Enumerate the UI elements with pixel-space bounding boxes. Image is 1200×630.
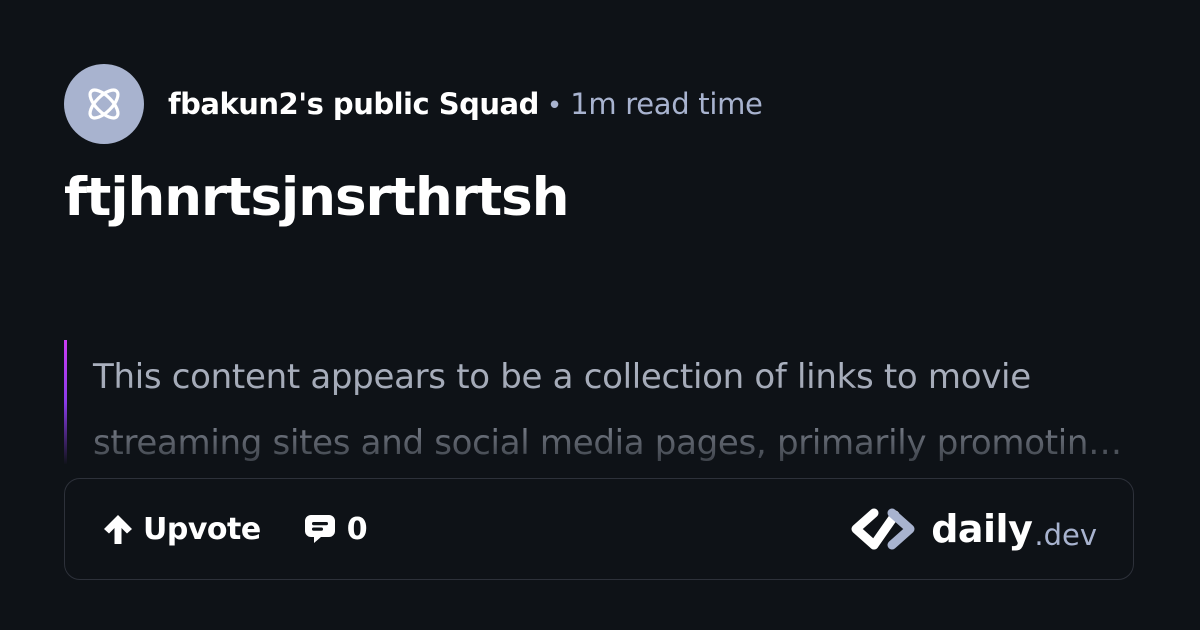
upvote-label: Upvote (143, 511, 261, 547)
comments-button[interactable]: 0 (303, 512, 368, 547)
comment-icon (304, 515, 335, 543)
comment-count: 0 (346, 511, 368, 547)
daily-dev-brand: daily .dev (847, 507, 1097, 552)
brand-dev-text: .dev (1034, 518, 1097, 552)
squad-name-link[interactable]: fbakun2's public Squad (168, 87, 539, 121)
post-title[interactable]: ftjhnrtsjnsrthrtsh (64, 166, 569, 230)
post-header: fbakun2's public Squad • 1m read time (64, 64, 763, 144)
source-line: fbakun2's public Squad • 1m read time (168, 87, 763, 121)
meta-separator: • (546, 91, 563, 121)
brand-daily-text: daily (931, 507, 1033, 551)
post-summary: This content appears to be a collection … (64, 340, 1139, 464)
upvote-button[interactable]: Upvote (101, 512, 261, 547)
arrow-up-icon (104, 515, 132, 544)
action-bar: Upvote 0 daily .dev (64, 478, 1134, 580)
post-preview-card: fbakun2's public Squad • 1m read time ft… (0, 0, 1200, 630)
summary-text: This content appears to be a collection … (93, 357, 1110, 463)
read-time: 1m read time (570, 87, 763, 121)
squad-avatar[interactable] (64, 64, 144, 144)
daily-dev-logo-icon (851, 508, 915, 550)
atom-icon (88, 88, 120, 120)
